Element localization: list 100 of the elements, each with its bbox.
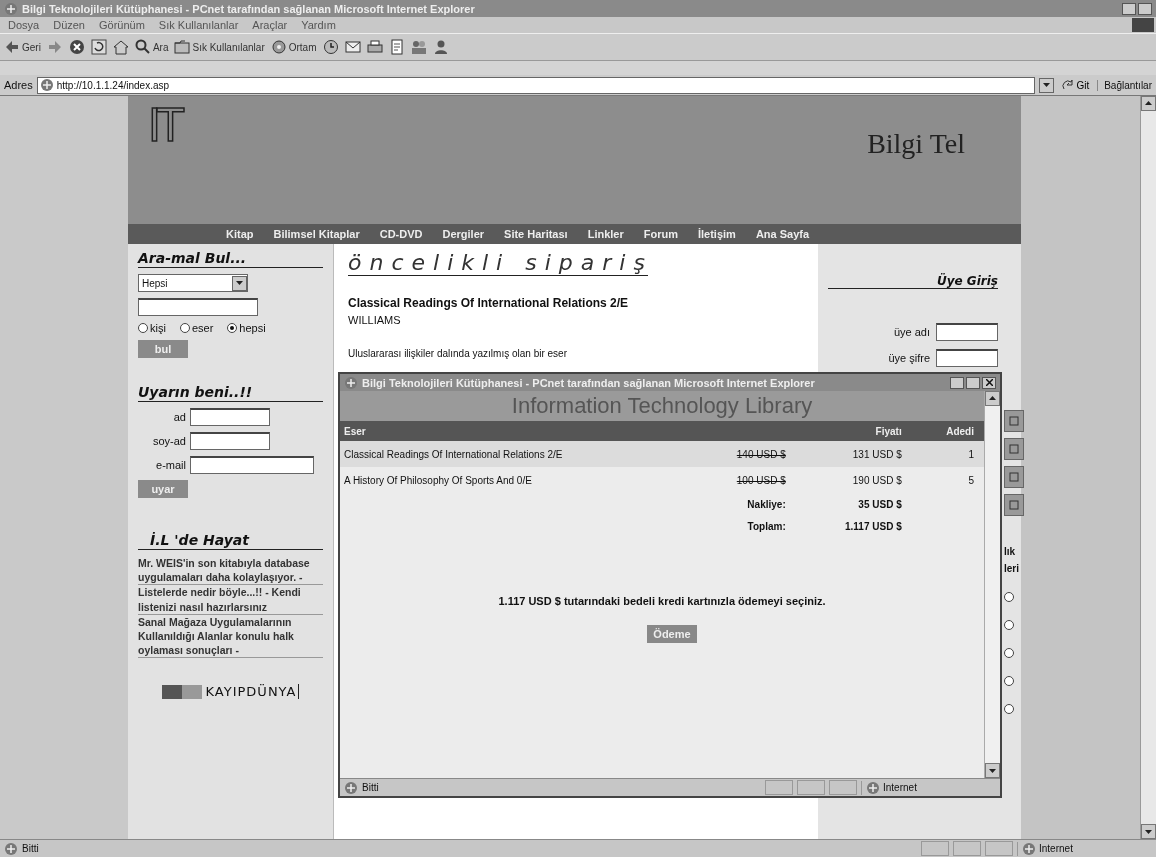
stop-icon	[68, 39, 85, 55]
table-cell: 1	[911, 441, 984, 467]
brand-name: Bilgi Tel	[867, 128, 965, 160]
toolbar-button[interactable]: Geri	[4, 39, 41, 55]
address-field[interactable]: http://10.1.1.24/index.asp	[36, 76, 1036, 94]
nav-link[interactable]: Forum	[643, 228, 678, 240]
status-pane	[985, 841, 1013, 856]
column-header: Eser	[340, 421, 692, 441]
field-label: üye şifre	[888, 352, 930, 364]
menu-item[interactable]: Araçlar	[252, 19, 288, 31]
status-pane	[829, 780, 857, 795]
toolbar-button[interactable]	[344, 39, 361, 55]
envelope-icon	[344, 39, 361, 55]
toolbar-button[interactable]: Ortam	[270, 39, 317, 55]
radio-label: hepsi	[239, 322, 266, 334]
news-link[interactable]: Mr. WEIS'in son kitabıyla database uygulamaları daha kolaylaşıyor. -	[138, 556, 323, 586]
column-header: Adedi	[911, 421, 984, 441]
nav-link[interactable]: İletişim	[697, 228, 736, 240]
input-field[interactable]	[190, 456, 314, 474]
search-field[interactable]	[138, 298, 258, 316]
section-heading: İ.L 'de Hayat	[138, 532, 323, 550]
field-label: üye adı	[893, 326, 930, 338]
book-description: Uluslararası ilişkiler dalında yazılmış olan bir eser	[348, 348, 568, 359]
table-cell: 190 USD $	[795, 467, 912, 493]
status-pane	[765, 780, 793, 795]
menu-item[interactable]: Düzen	[53, 19, 85, 31]
zone-label: Internet	[1039, 843, 1073, 854]
nav-link[interactable]: Bilimsel Kitaplar	[273, 228, 360, 240]
news-link[interactable]: Listelerde nedir böyle...!! - Kendi listenizi nasıl hazırlarsınız	[138, 585, 323, 615]
menu-item[interactable]: Görünüm	[99, 19, 145, 31]
nav-link[interactable]: Linkler	[587, 228, 624, 240]
input-field[interactable]	[190, 408, 270, 426]
radio-button[interactable]	[1004, 648, 1014, 658]
popup-title: Bilgi Teknolojileri Kütüphanesi - PCnet tarafından sağlanan Microsoft Internet Explorer	[362, 376, 816, 389]
scroll-up-button[interactable]	[985, 391, 1000, 406]
input-field[interactable]	[936, 349, 998, 367]
status-text: Bitti	[362, 782, 379, 793]
payment-message: 1.117 USD $ tutarındaki bedeli kredi kartınızla ödemeyi seçiniz.	[497, 595, 827, 607]
people-icon	[410, 39, 427, 55]
menu-item[interactable]: Yardım	[301, 19, 336, 31]
go-button[interactable]: Git	[1058, 79, 1094, 91]
minimize-button[interactable]	[1122, 2, 1136, 15]
close-button[interactable]	[982, 376, 996, 389]
home-icon	[112, 39, 129, 55]
nav-link[interactable]: Site Haritası	[504, 228, 568, 240]
radio-button[interactable]	[1004, 592, 1014, 602]
status-pane	[953, 841, 981, 856]
total-label: Nakliye:	[746, 497, 787, 512]
column-label: leri	[1004, 563, 1019, 574]
nav-link[interactable]: Kitap	[226, 228, 254, 240]
news-link[interactable]: Sanal Mağaza Uygulamalarının Kullanıldığı Alanlar konulu halk oylaması sonuçları -	[138, 614, 323, 659]
toolbar-button[interactable]	[366, 39, 383, 55]
menu-item[interactable]: Sık Kullanılanlar	[158, 19, 239, 31]
radio-button[interactable]	[179, 323, 190, 333]
radio-button[interactable]	[138, 323, 148, 333]
total-value: 35 USD $	[857, 497, 903, 512]
dropdown-arrow-icon	[236, 281, 243, 285]
toolbar-button[interactable]: Ara	[134, 39, 169, 55]
maximize-button[interactable]	[1138, 2, 1152, 15]
toolbar-button[interactable]	[90, 39, 107, 55]
toolbar-button[interactable]: Sık Kullanılanlar	[174, 39, 265, 55]
address-label: Adres	[4, 79, 33, 91]
maximize-button[interactable]	[966, 376, 980, 389]
radio-label: kişi	[150, 322, 166, 334]
toolbar-button[interactable]	[68, 39, 85, 55]
table-cell: 5	[911, 467, 984, 493]
links-label[interactable]: Bağlantılar	[1097, 79, 1152, 91]
minimize-button[interactable]	[950, 376, 964, 389]
radio-button[interactable]	[1004, 704, 1014, 714]
refresh-icon	[90, 39, 107, 55]
radio-button[interactable]	[227, 323, 238, 333]
clock-icon	[322, 39, 339, 55]
field-label: e-mail	[155, 459, 186, 471]
menu-item[interactable]: Dosya	[8, 19, 40, 31]
category-select[interactable]: Hepsi	[138, 274, 248, 292]
toolbar-button[interactable]	[112, 39, 129, 55]
nav-link[interactable]: Ana Sayfa	[755, 228, 810, 240]
book-title[interactable]: Classical Readings Of International Relations 2/E	[348, 296, 804, 310]
column-label: lık	[1004, 546, 1016, 557]
radio-button[interactable]	[1004, 676, 1014, 686]
input-field[interactable]	[936, 323, 998, 341]
status-text: Bitti	[22, 843, 39, 854]
radio-button[interactable]	[1004, 620, 1014, 630]
input-field[interactable]	[190, 432, 270, 450]
scroll-down-button[interactable]	[985, 763, 1000, 778]
zone-label: Internet	[883, 782, 917, 793]
nav-link[interactable]: CD-DVD	[379, 228, 423, 240]
banner-ad[interactable]: KAYIPDÜNYA	[161, 684, 300, 700]
toolbar-button[interactable]	[322, 39, 339, 55]
pay-button[interactable]: Ödeme	[647, 625, 697, 643]
scroll-down-button[interactable]	[1141, 824, 1156, 839]
toolbar-button[interactable]	[432, 39, 449, 55]
nav-link[interactable]: Dergiler	[442, 228, 485, 240]
field-label: ad	[172, 411, 186, 423]
scroll-up-button[interactable]	[1141, 96, 1156, 111]
radio-label: eser	[191, 322, 214, 334]
table-cell: 140 USD $	[691, 441, 796, 467]
folder-icon	[174, 39, 191, 55]
close-icon	[985, 379, 993, 386]
document-icon	[388, 39, 405, 55]
